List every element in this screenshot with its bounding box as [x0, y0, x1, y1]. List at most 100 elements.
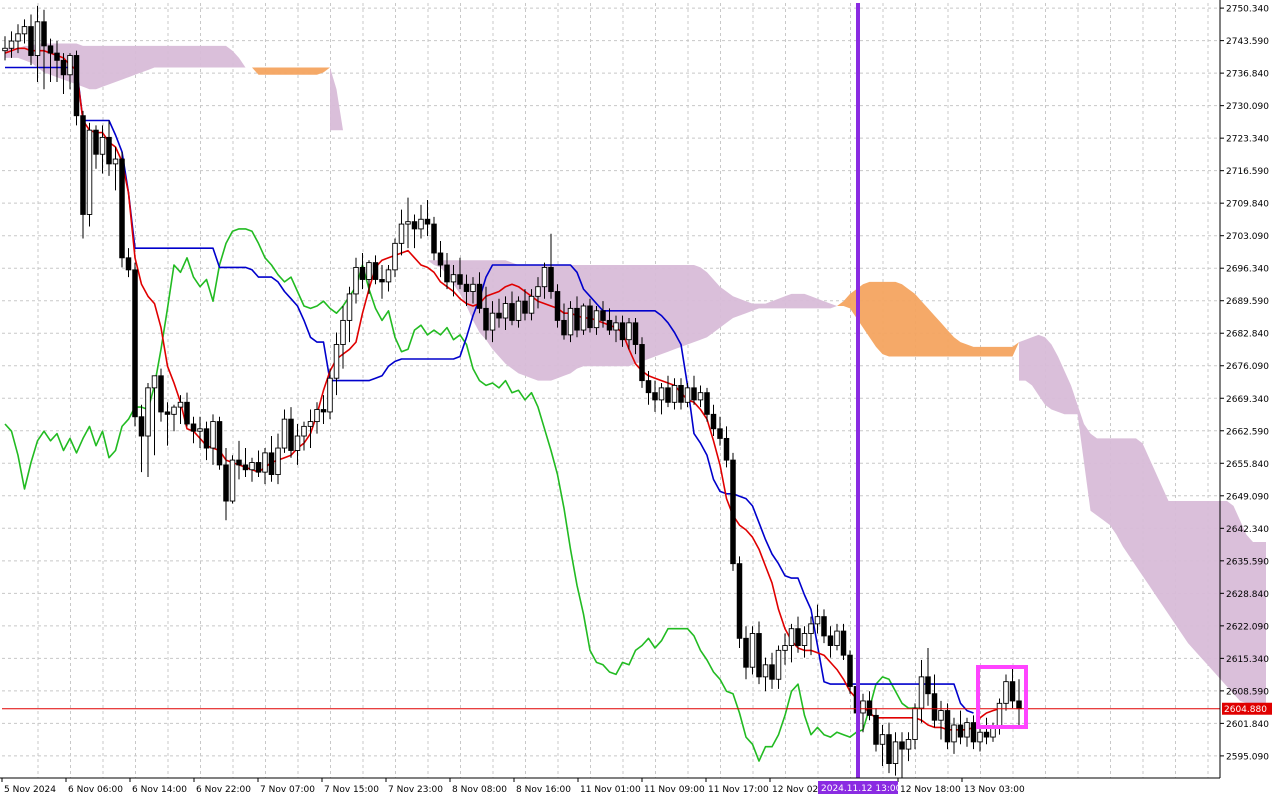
candle-body: [2, 47, 8, 52]
candle-body: [145, 387, 151, 437]
chart-background: [0, 0, 1280, 800]
x-tick-label: 8 Nov 08:00: [452, 785, 507, 795]
candle-body: [717, 428, 723, 439]
candle-body: [554, 291, 561, 321]
candle-body: [769, 664, 775, 680]
candle-body: [639, 344, 645, 382]
candle-body: [242, 464, 249, 471]
y-tick-label: 2601.840: [1226, 720, 1269, 730]
candle-body: [476, 283, 483, 309]
y-tick-label: 2743.590: [1226, 37, 1269, 47]
y-tick-label: 2689.590: [1226, 297, 1269, 307]
candle-body: [405, 221, 411, 225]
y-tick-label: 2642.340: [1226, 525, 1269, 535]
candle-body: [522, 300, 528, 314]
candle-body: [333, 344, 340, 379]
y-tick-label: 2730.090: [1226, 102, 1269, 112]
x-tick-label: 11 Nov 17:00: [708, 785, 769, 795]
candle-body: [437, 252, 444, 266]
candle-body: [788, 628, 795, 646]
candle-body: [34, 21, 41, 56]
candle-body: [210, 421, 216, 449]
candle-body: [860, 700, 866, 714]
candle-body: [535, 286, 541, 297]
candle-body: [444, 264, 450, 283]
y-tick-label: 2696.340: [1226, 265, 1269, 275]
candle-body: [262, 452, 268, 473]
candle: [730, 452, 736, 571]
ichimoku-chart[interactable]: 2750.340 2743.590 2736.840 2730.090 2723.340…: [0, 0, 1280, 800]
candle-body: [548, 266, 554, 292]
candle-body: [353, 266, 359, 295]
candle-body: [847, 654, 853, 687]
candle: [944, 703, 951, 750]
candle-body: [450, 274, 457, 283]
y-tick-label: 2655.840: [1226, 460, 1269, 470]
candle: [132, 262, 138, 427]
current-price-label: 2604.880: [1224, 705, 1267, 715]
candle-body: [691, 387, 697, 401]
candle-body: [125, 257, 132, 271]
candle-body: [593, 310, 600, 329]
x-tick-label: 6 Nov 14:00: [132, 785, 187, 795]
candle-body: [834, 630, 840, 646]
candle-body: [158, 375, 164, 413]
candle-body: [424, 218, 431, 225]
y-tick-label: 2716.590: [1226, 167, 1269, 177]
candle: [73, 50, 80, 126]
candle-body: [1016, 700, 1022, 710]
candle-body: [177, 401, 184, 408]
candle-body: [340, 319, 346, 345]
crosshair-time-label: 2024.11.12 13:00: [821, 784, 902, 794]
x-tick-label: 7 Nov 07:00: [260, 785, 315, 795]
candle-body: [171, 406, 177, 415]
candle-body: [249, 462, 255, 471]
y-tick-label: 2723.340: [1226, 135, 1269, 145]
y-tick-label: 2649.090: [1226, 492, 1269, 502]
x-tick-label: 6 Nov 22:00: [196, 785, 251, 795]
candle-body: [665, 387, 671, 403]
candle-body: [463, 283, 470, 292]
y-tick-label: 2622.090: [1226, 622, 1269, 632]
candle-body: [138, 416, 145, 437]
candle-body: [327, 377, 333, 413]
candle-body: [294, 435, 301, 451]
candle-body: [918, 676, 925, 709]
candle-body: [132, 269, 138, 418]
candle-body: [54, 52, 60, 61]
candle-body: [996, 702, 1003, 728]
candle-body: [67, 55, 73, 76]
candle-body: [658, 387, 665, 401]
candle-body: [41, 21, 47, 47]
candle-body: [736, 563, 743, 639]
y-tick-label: 2662.590: [1226, 427, 1269, 437]
candle-body: [762, 664, 769, 678]
x-tick-label: 6 Nov 06:00: [68, 785, 123, 795]
y-tick-label: 2628.840: [1226, 590, 1269, 600]
candle-body: [756, 633, 762, 678]
candle-body: [385, 269, 392, 283]
kumo-bullish-region: [252, 67, 330, 75]
candle-body: [47, 45, 54, 54]
y-tick-label: 2669.340: [1226, 395, 1269, 405]
candle-body: [710, 413, 717, 430]
candle-body: [301, 425, 307, 437]
candle-body: [1003, 681, 1009, 704]
candle-body: [795, 628, 801, 646]
candle-body: [697, 392, 704, 401]
candle-body: [197, 428, 203, 432]
candle: [216, 416, 223, 470]
x-tick-label: 7 Nov 23:00: [388, 785, 443, 795]
candle-body: [203, 428, 210, 449]
candle-body: [190, 423, 197, 432]
chart-canvas[interactable]: 2750.340 2743.590 2736.840 2730.090 2723.340…: [0, 0, 1280, 800]
candle-body: [119, 158, 125, 259]
candle: [639, 337, 645, 388]
x-tick-label: 11 Nov 01:00: [580, 785, 641, 795]
candle-body: [886, 734, 892, 765]
x-tick-label: 13 Nov 03:00: [964, 785, 1025, 795]
y-tick-label: 2736.840: [1226, 70, 1269, 80]
candle-body: [925, 676, 931, 695]
candle-body: [912, 707, 918, 740]
candle-body: [216, 421, 223, 466]
